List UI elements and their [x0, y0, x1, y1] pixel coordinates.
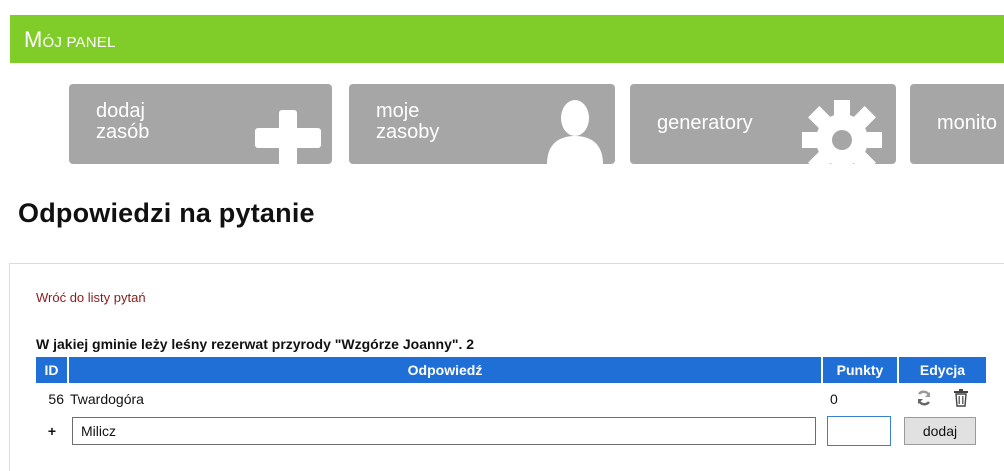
col-header-points: Punkty	[822, 357, 899, 383]
new-row-marker: +	[47, 423, 57, 439]
new-answer-row: + dodaj	[36, 415, 986, 447]
tile-add-resource-line1: dodaj	[96, 100, 145, 122]
new-points-input[interactable]	[827, 416, 891, 446]
col-header-id: ID	[36, 357, 69, 383]
tile-my-resources-line1: moje	[376, 100, 420, 122]
col-header-answer: Odpowiedź	[68, 357, 823, 383]
tile-add-resource-line2: zasób	[96, 121, 150, 143]
plus-icon	[255, 110, 321, 164]
new-points-cell	[822, 415, 898, 447]
tile-generators[interactable]: generatory	[630, 84, 896, 164]
tile-monitoring-label: monito	[937, 112, 998, 134]
trash-icon[interactable]	[953, 388, 969, 410]
row-points: 0	[830, 391, 838, 407]
tile-generators-label: generatory	[657, 112, 753, 134]
row-id: 56	[48, 391, 64, 407]
top-bar: MÓJ PANEL	[10, 15, 1004, 63]
row-edit-cell	[898, 383, 986, 415]
back-to-questions-link[interactable]: Wróć do listy pytań	[36, 290, 146, 305]
panel-title-rest: ÓJ PANEL	[42, 34, 116, 51]
refresh-icon[interactable]	[915, 389, 933, 410]
page-title: Odpowiedzi na pytanie	[18, 198, 315, 228]
question-text: W jakiej gminie leży leśny rezerwat przy…	[36, 336, 475, 352]
panel-title-initial: M	[24, 27, 43, 52]
row-answer: Twardogóra	[70, 391, 144, 407]
answers-table: ID Odpowiedź Punkty Edycja 56 Twardogóra…	[36, 357, 986, 447]
tile-my-resources[interactable]: moje zasoby	[349, 84, 615, 164]
tile-add-resource[interactable]: dodaj zasób	[69, 84, 332, 164]
gear-icon	[802, 100, 882, 164]
tile-monitoring[interactable]: monito	[910, 84, 1004, 164]
new-answer-cell	[68, 415, 822, 447]
table-header-row: ID Odpowiedź Punkty Edycja	[36, 357, 986, 383]
col-header-edit: Edycja	[898, 357, 986, 383]
tile-my-resources-line2: zasoby	[376, 121, 440, 143]
user-icon	[547, 100, 603, 164]
table-row: 56 Twardogóra 0	[36, 383, 986, 415]
panel-title: MÓJ PANEL	[24, 27, 116, 53]
new-answer-input[interactable]	[72, 417, 816, 445]
add-answer-button[interactable]: dodaj	[904, 417, 976, 445]
add-cell: dodaj	[898, 415, 986, 447]
